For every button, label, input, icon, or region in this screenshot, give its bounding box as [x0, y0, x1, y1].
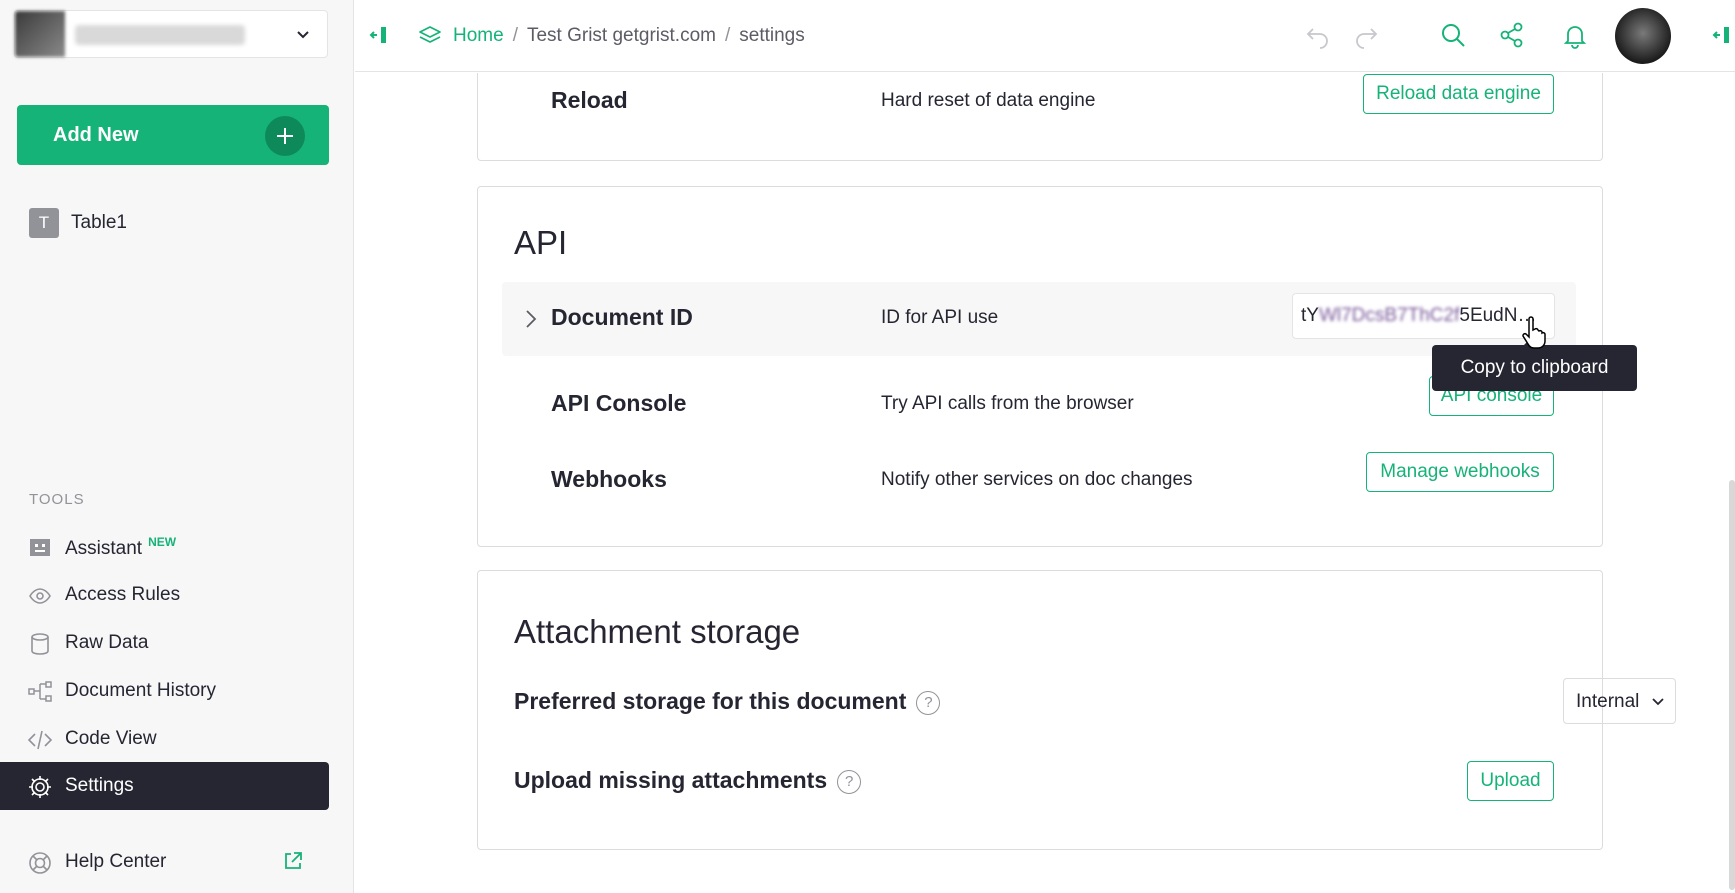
tool-label: Assistant	[65, 538, 143, 559]
help-label: Help Center	[65, 851, 167, 872]
tool-label: Code View	[65, 728, 157, 749]
tool-raw-data[interactable]: Raw Data	[0, 619, 329, 667]
document-id-row[interactable]: Document ID ID for API use tYWl7DcsB7ThC…	[502, 282, 1576, 356]
hand-cursor-icon	[1520, 316, 1548, 350]
tool-label: Document History	[65, 680, 216, 701]
top-bar: Home / Test Grist getgrist.com / setting…	[355, 0, 1735, 72]
storage-select-value: Internal	[1576, 691, 1640, 712]
history-tree-icon	[27, 679, 53, 705]
tool-label: Raw Data	[65, 632, 149, 653]
document-id-title: Document ID	[551, 304, 693, 330]
breadcrumb-separator: /	[512, 25, 518, 46]
org-switcher[interactable]	[14, 10, 328, 58]
page-label: Table1	[71, 212, 127, 233]
preferred-storage-text: Preferred storage for this document	[514, 688, 907, 714]
reload-card: Reload Hard reset of data engine Reload …	[477, 73, 1603, 161]
redo-icon[interactable]	[1352, 21, 1380, 49]
preferred-storage-label: Preferred storage for this document?	[514, 688, 941, 715]
tool-code-view[interactable]: Code View	[0, 715, 329, 763]
gear-icon	[27, 774, 53, 800]
help-icon[interactable]: ?	[837, 770, 862, 794]
new-badge: NEW	[148, 535, 177, 549]
api-console-description: Try API calls from the browser	[881, 393, 1134, 414]
page-item-table1[interactable]: T Table1	[29, 208, 127, 238]
breadcrumb: Home / Test Grist getgrist.com / setting…	[417, 23, 805, 49]
doc-id-visible-start: tY	[1301, 305, 1319, 326]
undo-icon[interactable]	[1304, 21, 1332, 49]
tool-label: Access Rules	[65, 584, 181, 605]
tool-settings[interactable]: Settings	[0, 762, 329, 810]
plus-icon	[265, 116, 305, 156]
breadcrumb-page: settings	[739, 25, 805, 46]
help-center-link[interactable]: Help Center	[0, 838, 329, 886]
document-id-field[interactable]: tYWl7DcsB7ThC2f5EudN…	[1292, 293, 1555, 339]
breadcrumb-home[interactable]: Home	[453, 25, 504, 47]
upload-missing-text: Upload missing attachments	[514, 767, 828, 793]
bell-icon[interactable]	[1561, 21, 1589, 49]
copy-tooltip: Copy to clipboard	[1432, 337, 1637, 391]
scrollbar-thumb[interactable]	[1729, 480, 1735, 890]
database-icon	[27, 631, 53, 657]
help-icon[interactable]: ?	[916, 691, 941, 715]
robot-icon	[27, 534, 53, 560]
org-name-redacted	[75, 25, 245, 45]
chevron-down-icon[interactable]	[295, 26, 311, 42]
reload-data-engine-button[interactable]: Reload data engine	[1363, 74, 1554, 114]
chevron-down-icon	[1652, 698, 1664, 706]
upload-missing-label: Upload missing attachments?	[514, 767, 862, 794]
left-panel: Add New T Table1 TOOLS Assistant NEW Acce…	[0, 0, 354, 893]
tool-label: Settings	[65, 775, 134, 796]
attachment-section-title: Attachment storage	[514, 613, 801, 650]
breadcrumb-separator: /	[724, 25, 731, 46]
doc-id-redacted: Wl7DcsB7ThC2f	[1318, 305, 1460, 326]
code-icon	[27, 727, 53, 753]
tool-assistant[interactable]: Assistant NEW	[0, 522, 329, 570]
reload-title: Reload	[551, 87, 628, 113]
breadcrumb-doc[interactable]: Test Grist getgrist.com	[527, 25, 716, 47]
webhooks-title: Webhooks	[551, 466, 667, 492]
eye-icon	[27, 583, 53, 609]
webhooks-description: Notify other services on doc changes	[881, 469, 1193, 490]
collapse-right-panel-icon[interactable]	[1710, 21, 1735, 49]
tool-document-history[interactable]: Document History	[0, 667, 329, 715]
api-console-title: API Console	[551, 390, 687, 416]
settings-page: Reload Hard reset of data engine Reload …	[355, 73, 1735, 893]
add-new-button[interactable]: Add New	[17, 105, 329, 165]
page-badge: T	[29, 208, 59, 238]
layers-icon	[417, 23, 443, 49]
document-id-description: ID for API use	[881, 307, 999, 328]
org-logo	[15, 11, 65, 57]
reload-description: Hard reset of data engine	[881, 90, 1096, 111]
add-new-label: Add New	[53, 124, 139, 146]
api-section-title: API	[514, 224, 568, 261]
lifebuoy-icon	[27, 850, 53, 876]
search-icon[interactable]	[1439, 21, 1467, 49]
external-link-icon	[282, 850, 304, 872]
tools-heading: TOOLS	[29, 491, 85, 508]
attachment-storage-card: Attachment storage Preferred storage for…	[477, 570, 1676, 850]
storage-select[interactable]: Internal	[1563, 678, 1676, 724]
tool-access-rules[interactable]: Access Rules	[0, 571, 329, 619]
share-icon[interactable]	[1498, 21, 1526, 49]
manage-webhooks-button[interactable]: Manage webhooks	[1366, 452, 1554, 492]
user-avatar[interactable]	[1615, 8, 1671, 64]
chevron-right-icon[interactable]	[520, 308, 542, 330]
upload-button[interactable]: Upload	[1467, 761, 1554, 801]
collapse-left-panel-icon[interactable]	[367, 21, 395, 49]
